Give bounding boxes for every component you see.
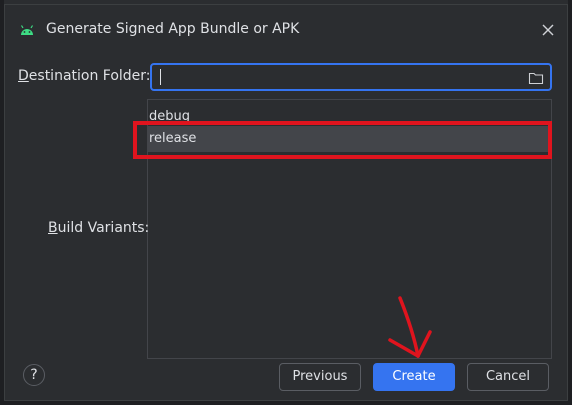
build-variants-list[interactable]: debug release (147, 99, 552, 359)
ide-background-right (568, 0, 572, 405)
destination-label-mnemonic: D (18, 68, 29, 84)
dialog-title: Generate Signed App Bundle or APK (46, 21, 300, 37)
variant-item-release[interactable]: release (148, 126, 551, 152)
create-button[interactable]: Create (373, 363, 455, 391)
folder-icon[interactable] (528, 71, 544, 85)
build-variants-label: Build Variants: (48, 220, 149, 236)
text-caret (160, 69, 161, 85)
destination-label-text: estination Folder: (28, 68, 151, 84)
destination-folder-input[interactable] (158, 67, 522, 89)
ide-background-bottom (0, 401, 572, 405)
android-icon (20, 25, 34, 35)
close-icon[interactable] (541, 23, 555, 37)
previous-button[interactable]: Previous (279, 363, 361, 391)
destination-folder-label: Destination Folder: (18, 68, 151, 84)
cancel-button[interactable]: Cancel (467, 363, 549, 391)
destination-folder-field[interactable] (150, 63, 552, 91)
generate-signed-bundle-dialog: Generate Signed App Bundle or APK Destin… (4, 4, 568, 401)
dialog-titlebar: Generate Signed App Bundle or APK (5, 5, 567, 55)
build-variants-label-mnemonic: B (48, 220, 58, 236)
help-button[interactable]: ? (23, 364, 45, 386)
build-variants-label-text: uild Variants: (57, 220, 150, 236)
